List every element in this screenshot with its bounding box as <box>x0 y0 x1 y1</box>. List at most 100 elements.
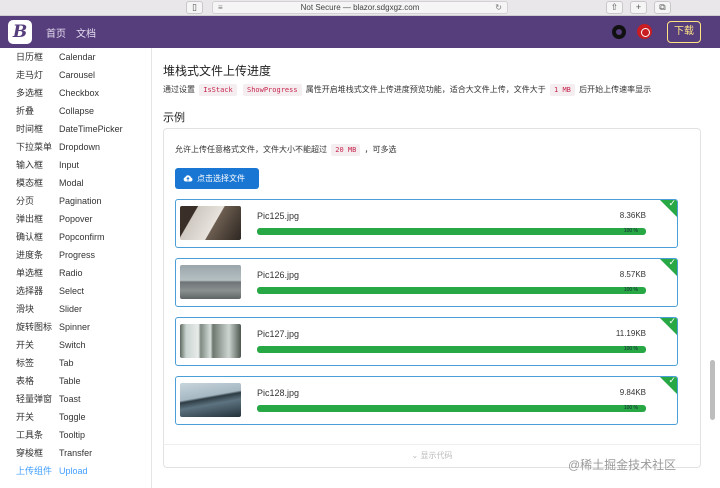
download-button[interactable]: 下载 <box>667 21 701 43</box>
sidebar-item-label: 标签 <box>16 358 35 368</box>
sidebar-item-label-en: Table <box>59 376 81 386</box>
sidebar-item-transfer[interactable]: 穿梭框 Transfer <box>0 444 151 462</box>
watermark: @稀土掘金技术社区 <box>568 458 677 472</box>
sidebar-item-table[interactable]: 表格 Table <box>0 372 151 390</box>
description: 通过设置 IsStack ShowProgress 属性开启堆栈式文件上传进度预… <box>163 84 651 96</box>
file-thumbnail <box>180 383 241 417</box>
file-name: Pic125.jpg <box>257 211 300 221</box>
desc-text: 后开始上传速率显示 <box>579 85 652 94</box>
upload-file-item[interactable]: Pic127.jpg 11.19KB 100 % ✓ <box>175 317 678 366</box>
upload-file-item[interactable]: Pic126.jpg 8.57KB 100 % ✓ <box>175 258 678 307</box>
sidebar: 日历框 Calendar 走马灯 Carousel 多选框 Checkbox 折叠 Colla… <box>0 48 152 488</box>
code-showprogress: ShowProgress <box>242 84 302 96</box>
sidebar-item-select[interactable]: 选择器 Select <box>0 282 151 300</box>
sidebar-item-label: 模态框 <box>16 178 44 188</box>
sidebar-item-label-en: Input <box>59 160 80 170</box>
reader-icon[interactable]: ≡ <box>218 2 223 13</box>
sidebar-item-checkbox[interactable]: 多选框 Checkbox <box>0 84 151 102</box>
sidebar-item-spinner[interactable]: 旋转图标 Spinner <box>0 318 151 336</box>
sidebar-item-slider[interactable]: 滑块 Slider <box>0 300 151 318</box>
file-name: Pic128.jpg <box>257 388 300 398</box>
code-size: 1 MB <box>550 84 575 96</box>
sidebar-item-label: 下拉菜单 <box>16 142 53 152</box>
check-icon: ✓ <box>668 258 676 267</box>
sidebar-item-progress[interactable]: 进度条 Progress <box>0 246 151 264</box>
sidebar-item-label: 时间框 <box>16 124 44 134</box>
sidebar-item-label: 表格 <box>16 376 35 386</box>
sidebar-item-label-en: Calendar <box>59 52 96 62</box>
upload-progress-text: 100 % <box>623 228 638 234</box>
sidebar-item-label-en: Radio <box>59 268 83 278</box>
sidebar-item-label: 走马灯 <box>16 70 44 80</box>
new-tab-icon[interactable]: + <box>630 1 647 14</box>
sidebar-item-label: 分页 <box>16 196 35 206</box>
sidebar-toggle-icon[interactable]: ▯ <box>186 1 203 14</box>
sidebar-item-calendar[interactable]: 日历框 Calendar <box>0 48 151 66</box>
file-thumbnail <box>180 206 241 240</box>
sidebar-item-tab[interactable]: 标签 Tab <box>0 354 151 372</box>
tabs-overview-icon[interactable]: ⧉ <box>654 1 671 14</box>
check-icon: ✓ <box>668 199 676 208</box>
address-bar[interactable]: ≡ Not Secure — blazor.sdgxgz.com ↻ <box>212 1 508 14</box>
file-name: Pic126.jpg <box>257 270 300 280</box>
sidebar-item-toast[interactable]: 轻量弹窗 Toast <box>0 390 151 408</box>
sidebar-item-upload[interactable]: 上传组件 Upload <box>0 462 151 480</box>
nav-docs[interactable]: 文档 <box>76 25 96 40</box>
sidebar-item-label-en: Checkbox <box>59 88 100 98</box>
check-icon: ✓ <box>668 317 676 326</box>
select-file-button[interactable]: 点击选择文件 <box>175 168 259 189</box>
address-text: Not Secure — blazor.sdgxgz.com <box>300 3 420 12</box>
logo[interactable]: B <box>8 20 32 44</box>
page-title: 堆栈式文件上传进度 <box>163 64 272 78</box>
sidebar-item-label-en: Progress <box>59 250 96 260</box>
code-isstack: IsStack <box>199 84 237 96</box>
sidebar-item-input[interactable]: 输入框 Input <box>0 156 151 174</box>
check-icon: ✓ <box>668 376 676 385</box>
sidebar-item-tooltip[interactable]: 工具条 Tooltip <box>0 426 151 444</box>
sidebar-item-label-en: Toast <box>59 394 81 404</box>
sidebar-item-label: 进度条 <box>16 250 44 260</box>
sidebar-item-label-en: Carousel <box>59 70 96 80</box>
sidebar-item-toggle[interactable]: 开关 Toggle <box>0 408 151 426</box>
sidebar-item-label-en: Tooltip <box>59 430 86 440</box>
sidebar-item-label-en: Switch <box>59 340 86 350</box>
sidebar-item-datetimepicker[interactable]: 时间框 DateTimePicker <box>0 120 151 138</box>
sidebar-item-label: 开关 <box>16 340 35 350</box>
sidebar-item-label-en: Pagination <box>59 196 102 206</box>
file-size: 9.84KB <box>619 388 646 397</box>
cloud-upload-icon <box>183 175 193 182</box>
sidebar-item-label-en: Collapse <box>59 106 95 116</box>
sidebar-item-label: 选择器 <box>16 286 44 296</box>
upload-file-item[interactable]: Pic128.jpg 9.84KB 100 % ✓ <box>175 376 678 425</box>
sidebar-item-label: 上传组件 <box>16 466 53 476</box>
file-size: 8.36KB <box>619 211 646 220</box>
sidebar-item-switch[interactable]: 开关 Switch <box>0 336 151 354</box>
file-name: Pic127.jpg <box>257 329 300 339</box>
sidebar-item-radio[interactable]: 单选框 Radio <box>0 264 151 282</box>
sidebar-item-pagination[interactable]: 分页 Pagination <box>0 192 151 210</box>
sidebar-item-carousel[interactable]: 走马灯 Carousel <box>0 66 151 84</box>
sidebar-item-collapse[interactable]: 折叠 Collapse <box>0 102 151 120</box>
sidebar-item-label: 折叠 <box>16 106 35 116</box>
sidebar-item-label: 旋转图标 <box>16 322 53 332</box>
sidebar-item-modal[interactable]: 模态框 Modal <box>0 174 151 192</box>
sidebar-item-label-en: Popover <box>59 214 93 224</box>
sidebar-item-label: 轻量弹窗 <box>16 394 53 404</box>
gitee-icon[interactable] <box>637 24 652 39</box>
sidebar-item-label-en: Dropdown <box>59 142 101 152</box>
sidebar-item-popconfirm[interactable]: 确认框 Popconfirm <box>0 228 151 246</box>
file-size: 11.19KB <box>615 329 646 338</box>
nav-home[interactable]: 首页 <box>46 25 66 40</box>
sidebar-item-label: 单选框 <box>16 268 44 278</box>
reload-icon[interactable]: ↻ <box>495 2 502 13</box>
section-title: 示例 <box>163 112 185 124</box>
browser-toolbar: ⇧ + ⧉ ▯ ≡ Not Secure — blazor.sdgxgz.com… <box>0 0 720 16</box>
upload-file-item[interactable]: Pic125.jpg 8.36KB 100 % ✓ <box>175 199 678 248</box>
sidebar-item-popover[interactable]: 弹出框 Popover <box>0 210 151 228</box>
sidebar-item-dropdown[interactable]: 下拉菜单 Dropdown <box>0 138 151 156</box>
page-scrollbar[interactable] <box>710 360 715 420</box>
sidebar-item-label-en: Modal <box>59 178 84 188</box>
github-icon[interactable] <box>612 25 626 39</box>
sidebar-item-label-en: Slider <box>59 304 83 314</box>
share-icon[interactable]: ⇧ <box>606 1 623 14</box>
